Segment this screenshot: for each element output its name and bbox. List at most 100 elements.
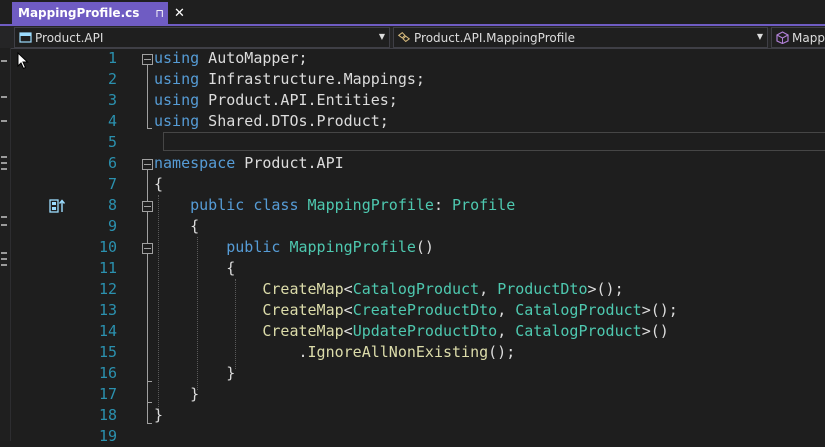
line-number: 18 xyxy=(98,406,117,424)
code-token: using xyxy=(154,112,200,130)
code-token: } xyxy=(154,406,164,424)
type-dropdown[interactable]: Product.API.MappingProfile ▼ xyxy=(393,27,768,48)
code-text[interactable]: .IgnoreAllNonExisting(); xyxy=(154,342,515,363)
code-line[interactable]: 12 CreateMap<CatalogProduct, ProductDto>… xyxy=(11,279,825,300)
navigation-bar: Product.API ▼ Product.API.MappingProfile… xyxy=(0,26,825,49)
code-line[interactable]: 9 { xyxy=(11,216,825,237)
line-number: 15 xyxy=(98,343,117,361)
code-line[interactable]: 17 } xyxy=(11,384,825,405)
line-number: 12 xyxy=(98,280,117,298)
code-text[interactable]: public MappingProfile() xyxy=(154,237,434,258)
code-token: { xyxy=(154,175,164,193)
close-icon[interactable]: ✕ xyxy=(174,6,185,21)
code-token: public xyxy=(226,238,281,256)
code-text[interactable]: public class MappingProfile: Profile xyxy=(154,195,515,216)
line-number: 13 xyxy=(98,301,117,319)
line-number: 4 xyxy=(107,112,117,130)
code-line[interactable]: 2 using Infrastructure.Mappings; xyxy=(11,69,825,90)
code-text[interactable]: CreateMap<CatalogProduct, ProductDto>(); xyxy=(154,279,624,300)
code-token: (); xyxy=(488,343,516,361)
code-text[interactable]: CreateMap<CreateProductDto, CatalogProdu… xyxy=(154,300,678,321)
code-text[interactable]: } xyxy=(154,405,163,426)
chevron-down-icon: ▼ xyxy=(756,32,763,41)
code-text[interactable]: using Infrastructure.Mappings; xyxy=(154,69,425,90)
code-token: CatalogProduct xyxy=(515,322,642,340)
code-text[interactable]: } xyxy=(154,384,199,405)
code-line[interactable]: 19 xyxy=(11,426,825,447)
code-text[interactable]: { xyxy=(154,258,235,279)
tab-title: MappingProfile.cs xyxy=(18,6,140,20)
pin-icon[interactable]: ⊓ xyxy=(155,7,164,20)
code-token: Product.API.Entities; xyxy=(199,91,398,109)
code-line[interactable]: 3 using Product.API.Entities; xyxy=(11,90,825,111)
code-token: >(); xyxy=(641,301,678,319)
line-number: 9 xyxy=(107,217,117,235)
code-line[interactable]: 18} xyxy=(11,405,825,426)
code-token: , xyxy=(497,322,516,340)
code-editor[interactable]: 1 using AutoMapper; 2 using Infrastructure.… xyxy=(11,48,825,445)
code-line[interactable]: 10 public MappingProfile() xyxy=(11,237,825,258)
code-line[interactable]: 13 CreateMap<CreateProductDto, CatalogPr… xyxy=(11,300,825,321)
line-number: 19 xyxy=(98,427,117,445)
code-token: Infrastructure.Mappings; xyxy=(199,70,425,88)
csharp-project-icon xyxy=(18,31,32,45)
code-token: , xyxy=(479,280,498,298)
code-text[interactable]: { xyxy=(154,216,199,237)
class-icon xyxy=(397,31,411,45)
code-text[interactable]: CreateMap<UpdateProductDto, CatalogProdu… xyxy=(154,321,669,342)
code-token: public xyxy=(190,196,245,214)
code-line[interactable]: 16 } xyxy=(11,363,825,384)
code-token: { xyxy=(154,217,200,235)
code-line[interactable]: 8 public class MappingProfile: Profile xyxy=(11,195,825,216)
line-number: 3 xyxy=(107,91,117,109)
line-number: 11 xyxy=(98,259,117,277)
code-line[interactable]: 11 { xyxy=(11,258,825,279)
line-number: 10 xyxy=(98,238,117,256)
type-dropdown-label: Product.API.MappingProfile xyxy=(414,30,575,45)
member-dropdown-label: Mapp xyxy=(792,30,825,45)
code-token: < xyxy=(343,322,353,340)
code-token: } xyxy=(154,385,200,403)
code-token: ProductDto xyxy=(497,280,588,298)
project-dropdown[interactable]: Product.API ▼ xyxy=(14,27,390,48)
code-text[interactable]: using Shared.DTOs.Product; xyxy=(154,111,389,132)
code-token: using xyxy=(154,49,200,67)
code-token: Profile xyxy=(452,196,516,214)
code-line[interactable]: 6 namespace Product.API xyxy=(11,153,825,174)
tab-mappingprofile[interactable]: MappingProfile.cs ⊓ ✕ xyxy=(12,2,185,24)
line-number: 7 xyxy=(107,175,117,193)
code-token: >() xyxy=(641,322,669,340)
code-token: CreateProductDto xyxy=(352,301,498,319)
code-token: : xyxy=(433,196,453,214)
code-token: CatalogProduct xyxy=(352,280,480,298)
chevron-down-icon: ▼ xyxy=(378,32,385,41)
code-token: using xyxy=(154,91,200,109)
project-dropdown-label: Product.API xyxy=(35,30,104,45)
code-token: < xyxy=(343,301,353,319)
code-text[interactable]: { xyxy=(154,174,163,195)
code-token: Shared.DTOs.Product; xyxy=(199,112,389,130)
code-line[interactable]: 7{ xyxy=(11,174,825,195)
code-token: IgnoreAllNonExisting xyxy=(307,343,489,361)
left-tool-rail[interactable] xyxy=(0,48,11,441)
code-text[interactable]: using AutoMapper; xyxy=(154,48,308,69)
code-token: >(); xyxy=(587,280,624,298)
code-text[interactable]: using Product.API.Entities; xyxy=(154,90,398,111)
code-line[interactable]: 1 using AutoMapper; xyxy=(11,48,825,69)
code-line[interactable]: 14 CreateMap<UpdateProductDto, CatalogPr… xyxy=(11,321,825,342)
code-text[interactable]: } xyxy=(154,363,235,384)
member-dropdown[interactable]: Mapp xyxy=(771,27,825,48)
code-token: CatalogProduct xyxy=(515,301,642,319)
code-line[interactable]: 15 .IgnoreAllNonExisting(); xyxy=(11,342,825,363)
code-line[interactable]: 5 xyxy=(11,132,825,153)
line-number: 8 xyxy=(107,196,117,214)
code-text[interactable]: namespace Product.API xyxy=(154,153,344,174)
code-token: class xyxy=(253,196,299,214)
code-line[interactable]: 4 using Shared.DTOs.Product; xyxy=(11,111,825,132)
code-token: , xyxy=(497,301,516,319)
